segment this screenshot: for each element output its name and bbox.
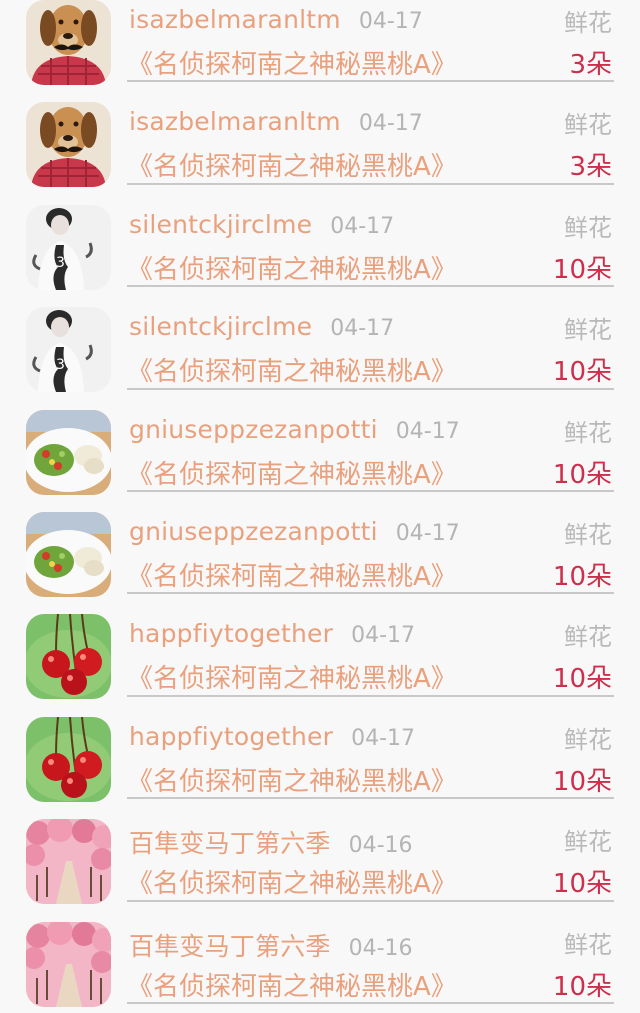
show-title: 《名侦探柯南之神秘黑桃A》 xyxy=(127,254,457,285)
gift-type-label: 鲜花 xyxy=(564,111,612,140)
row-divider xyxy=(127,387,614,390)
show-title: 《名侦探柯南之神秘黑桃A》 xyxy=(127,459,457,490)
sender-name: silentckjirclme xyxy=(129,209,313,239)
svg-text:3: 3 xyxy=(56,357,65,373)
person-avatar[interactable]: 3 xyxy=(26,204,111,290)
row-divider xyxy=(127,694,614,697)
gift-type-label: 鲜花 xyxy=(564,9,612,37)
sender-line: 百隼变马丁第六季 04-16 xyxy=(129,927,413,961)
show-title: 《名侦探柯南之神秘黑桃A》 xyxy=(127,766,457,797)
show-title: 《名侦探柯南之神秘黑桃A》 xyxy=(127,869,457,900)
gift-type-label: 鲜花 xyxy=(564,418,612,447)
gift-count: 10朵 xyxy=(552,254,612,285)
list-item[interactable]: isazbelmaranltm 04-17 鲜花 《名侦探柯南之神秘黑桃A》 3… xyxy=(0,91,640,193)
show-title: 《名侦探柯南之神秘黑桃A》 xyxy=(127,152,457,183)
gift-count: 10朵 xyxy=(552,357,612,388)
gift-date: 04-17 xyxy=(395,520,460,546)
sender-name: 百隼变马丁第六季 xyxy=(129,931,331,961)
sender-name: 百隼变马丁第六季 xyxy=(129,829,331,859)
sender-line: isazbelmaranltm 04-17 xyxy=(129,5,423,39)
list-item[interactable]: gniuseppzezanpotti 04-17 鲜花 《名侦探柯南之神秘黑桃A… xyxy=(0,501,640,603)
sender-name: gniuseppzezanpotti xyxy=(129,414,378,444)
cherries-avatar[interactable] xyxy=(26,716,111,802)
gift-date: 04-17 xyxy=(330,213,395,239)
gift-type-label: 鲜花 xyxy=(564,828,612,857)
list-item[interactable]: happfiytogether 04-17 鲜花 《名侦探柯南之神秘黑桃A》 1… xyxy=(0,603,640,705)
sender-name: happfiytogether xyxy=(129,619,334,649)
gift-type-label: 鲜花 xyxy=(564,930,612,959)
sender-name: silentckjirclme xyxy=(129,312,313,342)
gift-date: 04-17 xyxy=(330,316,395,342)
gift-count: 10朵 xyxy=(552,766,612,797)
gift-type-label: 鲜花 xyxy=(564,316,612,345)
gift-count: 10朵 xyxy=(552,971,612,1002)
sender-line: isazbelmaranltm 04-17 xyxy=(129,107,423,141)
svg-text:3: 3 xyxy=(56,255,65,271)
sender-name: isazbelmaranltm xyxy=(129,107,341,137)
gift-type-label: 鲜花 xyxy=(564,213,612,242)
row-divider xyxy=(127,489,614,492)
food-plate-avatar[interactable] xyxy=(26,409,111,495)
dog-avatar[interactable] xyxy=(26,102,111,188)
show-title: 《名侦探柯南之神秘黑桃A》 xyxy=(127,561,457,592)
sender-line: gniuseppzezanpotti 04-17 xyxy=(129,517,460,551)
gift-count: 10朵 xyxy=(552,561,612,592)
gift-count: 10朵 xyxy=(552,664,612,695)
gift-date: 04-17 xyxy=(351,623,416,649)
row-divider xyxy=(127,1001,614,1004)
show-title: 《名侦探柯南之神秘黑桃A》 xyxy=(127,664,457,695)
food-plate-avatar[interactable] xyxy=(26,511,111,597)
sender-name: isazbelmaranltm xyxy=(129,5,341,34)
row-divider xyxy=(127,182,614,185)
gift-count: 10朵 xyxy=(552,459,612,490)
cherries-avatar[interactable] xyxy=(26,614,111,700)
sender-line: gniuseppzezanpotti 04-17 xyxy=(129,415,460,449)
gift-date: 04-17 xyxy=(358,9,423,34)
sender-line: happfiytogether 04-17 xyxy=(129,722,415,756)
list-item[interactable]: 3 silentckjirclme 04-17 鲜花 《名侦探柯南之神秘黑桃A》… xyxy=(0,194,640,296)
sender-line: silentckjirclme 04-17 xyxy=(129,312,394,346)
list-item[interactable]: 百隼变马丁第六季 04-16 鲜花 《名侦探柯南之神秘黑桃A》 10朵 xyxy=(0,911,640,1013)
row-divider xyxy=(127,797,614,800)
blossom-avatar[interactable] xyxy=(26,921,111,1007)
person-avatar[interactable]: 3 xyxy=(26,307,111,393)
row-divider xyxy=(127,899,614,902)
gift-date: 04-17 xyxy=(395,418,460,444)
gift-type-label: 鲜花 xyxy=(564,725,612,754)
dog-avatar[interactable] xyxy=(26,0,111,85)
gift-type-label: 鲜花 xyxy=(564,623,612,652)
gift-count: 3朵 xyxy=(569,152,612,183)
sender-line: happfiytogether 04-17 xyxy=(129,619,415,653)
list-item[interactable]: gniuseppzezanpotti 04-17 鲜花 《名侦探柯南之神秘黑桃A… xyxy=(0,399,640,501)
gift-record-list[interactable]: isazbelmaranltm 04-17 鲜花 《名侦探柯南之神秘黑桃A》 3… xyxy=(0,0,640,1013)
blossom-avatar[interactable] xyxy=(26,819,111,905)
gift-date: 04-17 xyxy=(351,725,416,751)
row-divider xyxy=(127,285,614,288)
show-title: 《名侦探柯南之神秘黑桃A》 xyxy=(127,357,457,388)
gift-count: 10朵 xyxy=(552,869,612,900)
row-divider xyxy=(127,592,614,595)
gift-date: 04-16 xyxy=(348,935,413,961)
show-title: 《名侦探柯南之神秘黑桃A》 xyxy=(127,971,457,1002)
gift-date: 04-16 xyxy=(348,833,413,859)
list-item[interactable]: happfiytogether 04-17 鲜花 《名侦探柯南之神秘黑桃A》 1… xyxy=(0,706,640,808)
sender-name: happfiytogether xyxy=(129,721,334,751)
row-divider xyxy=(127,80,614,83)
gift-count: 3朵 xyxy=(569,50,612,80)
list-item[interactable]: isazbelmaranltm 04-17 鲜花 《名侦探柯南之神秘黑桃A》 3… xyxy=(0,0,640,91)
sender-line: 百隼变马丁第六季 04-16 xyxy=(129,824,413,858)
list-item[interactable]: 百隼变马丁第六季 04-16 鲜花 《名侦探柯南之神秘黑桃A》 10朵 xyxy=(0,808,640,910)
gift-date: 04-17 xyxy=(358,111,423,137)
sender-line: silentckjirclme 04-17 xyxy=(129,210,394,244)
gift-type-label: 鲜花 xyxy=(564,520,612,549)
sender-name: gniuseppzezanpotti xyxy=(129,516,378,546)
show-title: 《名侦探柯南之神秘黑桃A》 xyxy=(127,50,457,80)
list-item[interactable]: 3 silentckjirclme 04-17 鲜花 《名侦探柯南之神秘黑桃A》… xyxy=(0,296,640,398)
